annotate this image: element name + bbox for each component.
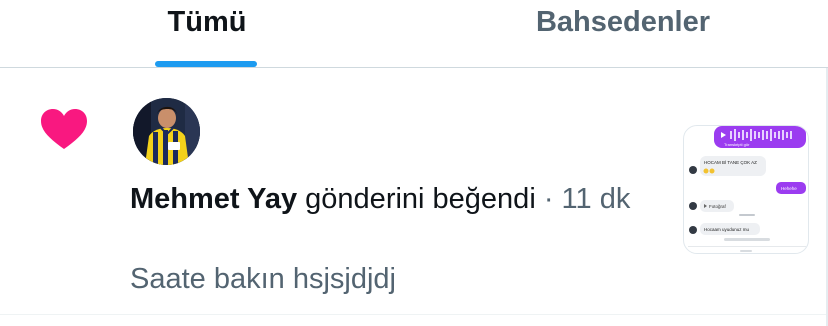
tab-all-label: Tümü [167, 6, 247, 38]
thumb-line-4: Fotoğraf [709, 204, 727, 209]
post-snippet[interactable]: Saate bakın hsjsjdjdj [130, 261, 650, 298]
notification-text: Mehmet Yay gönderini beğendi · 11 dk [130, 181, 650, 218]
post-media-thumbnail[interactable]: Transkripti gör HOCAM Bİ TANE ÇOK AZ Heh… [683, 125, 809, 254]
tab-mentions-label: Bahsedenler [535, 6, 711, 38]
tab-all[interactable]: Tümü [140, 0, 274, 68]
thumb-line-1: Transkripti gör [724, 142, 750, 147]
active-tab-indicator [155, 61, 257, 67]
thumb-line-2: HOCAM Bİ TANE ÇOK AZ [704, 159, 757, 165]
action-text: gönderini beğendi [305, 183, 536, 215]
avatar[interactable] [133, 98, 200, 165]
heart-icon [41, 109, 87, 149]
tab-mentions[interactable]: Bahsedenler [510, 0, 736, 68]
timestamp: · 11 dk [543, 183, 631, 215]
avatar-image [133, 98, 200, 165]
thumb-line-5: Hocaam uyudunuz mu [704, 227, 750, 232]
notifications-tab-bar: Tümü Bahsedenler [0, 0, 828, 68]
item-divider [0, 314, 828, 315]
chat-screenshot-image: Transkripti gör HOCAM Bİ TANE ÇOK AZ Heh… [688, 126, 806, 252]
thumb-line-3: Hehehe [781, 186, 797, 191]
actor-name[interactable]: Mehmet Yay [130, 183, 297, 215]
